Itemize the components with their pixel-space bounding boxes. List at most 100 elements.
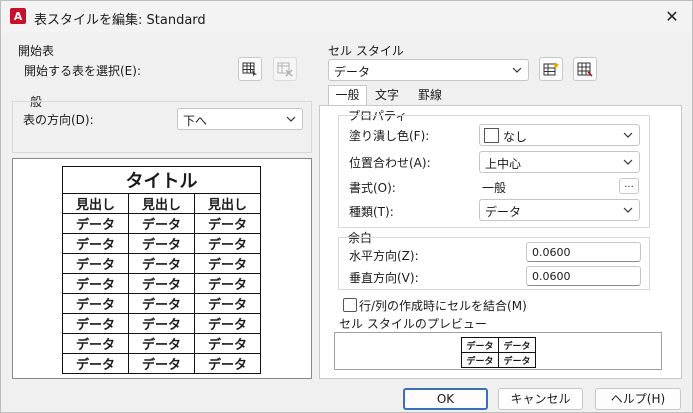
preview-header-cell: 見出し — [194, 193, 261, 214]
preview-data-row: データ データ データ — [62, 253, 261, 274]
tab-borders[interactable]: 罫線 — [407, 87, 453, 105]
direction-dropdown[interactable]: 下へ — [177, 108, 303, 130]
preview-data-cell: データ — [62, 353, 129, 374]
fill-color-value: なし — [503, 130, 528, 144]
preview-data-cell: データ — [128, 333, 195, 354]
format-options-button[interactable]: ... — [619, 178, 639, 194]
type-value: データ — [485, 205, 522, 219]
preview-data-row: データ データ データ — [62, 353, 261, 374]
remove-table-icon — [277, 62, 293, 77]
fill-color-label: 塗り潰し色(F): — [349, 129, 430, 143]
preview-data-cell: データ — [194, 213, 261, 234]
preview-data-cell: データ — [194, 233, 261, 254]
preview-table: タイトル 見出し 見出し 見出し データ データ データ データ データ データ データ データ データ… — [62, 166, 261, 374]
cell-style-preview-label: セル スタイルのプレビュー — [337, 315, 489, 332]
preview-data-row: データ データ データ — [62, 233, 261, 254]
help-button[interactable]: ヘルプ(H) — [595, 388, 681, 410]
format-label: 書式(O): — [349, 181, 396, 195]
preview-data-cell: データ — [194, 253, 261, 274]
preview-data-row: データ データ データ — [62, 293, 261, 314]
direction-label: 表の方向(D): — [23, 113, 94, 127]
preview-data-cell: データ — [194, 273, 261, 294]
tab-general[interactable]: 一般 — [328, 85, 367, 106]
horizontal-margin-value: 0.0600 — [532, 246, 571, 259]
select-table-button[interactable] — [238, 57, 262, 81]
preview-data-cell: データ — [62, 313, 129, 334]
preview-data-cell: データ — [128, 313, 195, 334]
preview-header-cell: 見出し — [62, 193, 129, 214]
ok-button[interactable]: OK — [403, 388, 488, 410]
preview-data-cell: データ — [128, 293, 195, 314]
color-swatch-icon — [484, 128, 499, 143]
select-start-table-label: 開始する表を選択(E): — [24, 64, 141, 78]
start-table-group-label: 開始表 — [18, 44, 55, 58]
svg-text:A: A — [14, 10, 23, 23]
fill-color-dropdown[interactable]: なし — [479, 124, 640, 146]
manage-cell-styles-button[interactable] — [573, 57, 597, 81]
preview-data-cell: データ — [128, 213, 195, 234]
preview-data-cell: データ — [62, 333, 129, 354]
preview-data-cell: データ — [194, 293, 261, 314]
type-dropdown[interactable]: データ — [479, 199, 640, 221]
alignment-label: 位置合わせ(A): — [349, 156, 431, 170]
edit-table-style-dialog: A 表スタイルを編集: Standard ✕ 開始表 開始する表を選択(E): … — [0, 0, 693, 413]
tab-text[interactable]: 文字 — [368, 87, 406, 105]
format-value: 一般 — [482, 181, 507, 195]
chevron-down-icon — [623, 207, 633, 213]
horizontal-margin-input[interactable]: 0.0600 — [526, 242, 641, 262]
merge-cells-checkbox[interactable] — [343, 298, 357, 312]
cell-style-group-label: セル スタイル — [328, 44, 404, 58]
preview-data-cell: データ — [62, 213, 129, 234]
preview-data-cell: データ — [62, 233, 129, 254]
alignment-value: 上中心 — [485, 157, 522, 171]
cell-preview-cell: データ — [498, 337, 536, 353]
horizontal-margin-label: 水平方向(Z): — [349, 249, 419, 263]
preview-title-cell: タイトル — [62, 166, 261, 194]
chevron-down-icon — [286, 116, 296, 122]
table-preview: タイトル 見出し 見出し 見出し データ データ データ データ データ データ データ データ データ… — [12, 158, 312, 379]
chevron-down-icon — [623, 159, 633, 165]
preview-header-row: 見出し 見出し 見出し — [62, 193, 261, 214]
close-button[interactable]: ✕ — [661, 7, 683, 27]
cell-style-dropdown[interactable]: データ — [328, 59, 529, 81]
preview-data-cell: データ — [194, 313, 261, 334]
alignment-dropdown[interactable]: 上中心 — [479, 151, 640, 173]
cell-preview-cell: データ — [461, 337, 499, 353]
preview-data-cell: データ — [62, 273, 129, 294]
preview-data-cell: データ — [62, 253, 129, 274]
cell-preview-cell: データ — [461, 352, 499, 368]
preview-data-row: データ データ データ — [62, 213, 261, 234]
cancel-button[interactable]: キャンセル — [498, 388, 583, 410]
cell-preview-table: データ データ データ データ — [461, 337, 536, 368]
type-label: 種類(T): — [349, 205, 394, 219]
manage-cell-styles-icon — [577, 62, 593, 77]
remove-table-button[interactable] — [273, 57, 297, 81]
vertical-margin-value: 0.0600 — [532, 270, 571, 283]
preview-header-cell: 見出し — [128, 193, 195, 214]
app-icon: A — [10, 8, 26, 24]
preview-title-row: タイトル — [62, 166, 261, 194]
chevron-down-icon — [623, 132, 633, 138]
preview-data-cell: データ — [62, 293, 129, 314]
select-table-icon — [242, 62, 257, 77]
preview-data-row: データ データ データ — [62, 273, 261, 294]
preview-data-cell: データ — [128, 253, 195, 274]
preview-data-row: データ データ データ — [62, 333, 261, 354]
direction-value: 下へ — [183, 114, 208, 128]
cell-style-value: データ — [334, 65, 371, 79]
preview-data-cell: データ — [128, 233, 195, 254]
cell-style-preview: データ データ データ データ — [334, 332, 662, 370]
window-title: 表スタイルを編集: Standard — [34, 13, 206, 28]
vertical-margin-input[interactable]: 0.0600 — [526, 266, 641, 286]
preview-data-cell: データ — [194, 333, 261, 354]
chevron-down-icon — [512, 67, 522, 73]
new-cell-style-icon — [543, 62, 559, 76]
preview-data-cell: データ — [128, 273, 195, 294]
new-cell-style-button[interactable] — [539, 57, 563, 81]
vertical-margin-label: 垂直方向(V): — [349, 271, 419, 285]
cell-preview-cell: データ — [498, 352, 536, 368]
preview-data-cell: データ — [128, 353, 195, 374]
preview-data-cell: データ — [194, 353, 261, 374]
preview-data-row: データ データ データ — [62, 313, 261, 334]
merge-cells-label: 行/列の作成時にセルを結合(M) — [359, 299, 527, 313]
